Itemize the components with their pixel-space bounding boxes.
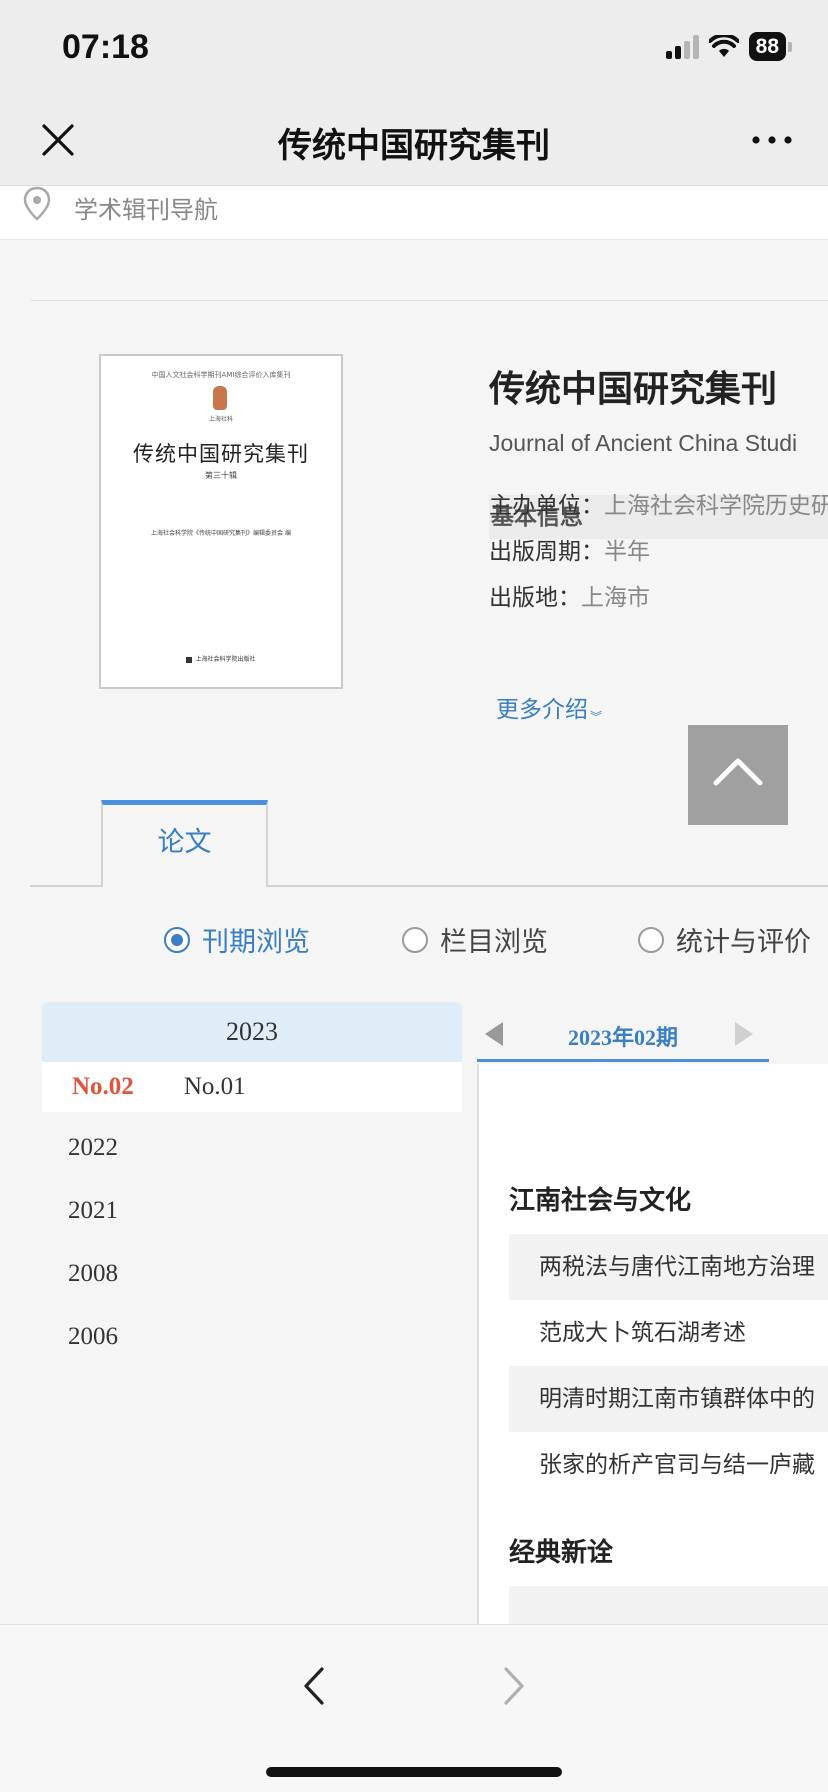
info-row: 出版地：上海市 — [489, 578, 650, 612]
publisher-logo-icon — [186, 656, 193, 663]
seal-icon — [213, 386, 227, 410]
location-pin-icon — [23, 186, 51, 221]
nav-bar: 传统中国研究集刊 — [0, 96, 828, 186]
cover-seal-caption: 上海社科 — [208, 416, 233, 423]
radio-issue-browse-label: 刊期浏览 — [202, 927, 310, 958]
cover-volume: 第三十辑 — [205, 471, 237, 480]
info-value: 上海市 — [581, 585, 650, 611]
tab-papers-label: 论文 — [157, 827, 212, 858]
issue-label: 2023年02期 — [567, 1025, 678, 1050]
home-indicator — [266, 1767, 562, 1777]
radio-column-browse-label: 栏目浏览 — [440, 927, 548, 958]
toc-section-title: 江南社会与文化 — [509, 1186, 692, 1216]
radio-dot — [638, 926, 664, 953]
radio-dot — [402, 926, 428, 953]
more-icon[interactable] — [746, 122, 798, 158]
more-intro-link[interactable]: 更多介绍 ︾ — [496, 690, 602, 724]
cover-title: 传统中国研究集刊 — [133, 442, 309, 466]
double-chevron-down-icon: ︾ — [590, 710, 603, 724]
toc-article[interactable]: 范成大卜筑石湖考述 — [509, 1300, 828, 1366]
year-item[interactable]: 2006 — [68, 1323, 118, 1351]
page-title: 传统中国研究集刊 — [278, 126, 550, 166]
radio-column-browse[interactable]: 栏目浏览 — [402, 920, 548, 959]
year-item[interactable]: 2022 — [68, 1134, 118, 1162]
info-label: 主办单位： — [489, 493, 604, 519]
info-label: 出版地： — [489, 585, 581, 611]
toc-article[interactable]: 明清时期江南市镇群体中的 — [509, 1366, 828, 1432]
year-current[interactable]: 2023 — [42, 1002, 462, 1062]
forward-arrow-icon[interactable] — [494, 1661, 534, 1711]
cellular-signal-icon — [665, 34, 699, 59]
year-panel: 2023 No.02 No.01 — [42, 1002, 462, 1112]
radio-dot-selected — [164, 926, 190, 953]
issue-row: No.02 No.01 — [42, 1062, 462, 1112]
issue-navigator: 2023年02期 — [477, 1010, 769, 1062]
tab-papers[interactable]: 论文 — [101, 800, 268, 887]
back-arrow-icon[interactable] — [294, 1661, 334, 1711]
info-value: 上海社会科学院历史研 — [604, 493, 828, 519]
journal-cover-image[interactable]: 中国人文社会科学期刊AMI综合评价入库集刊 上海社科 传统中国研究集刊 第三十辑… — [99, 354, 343, 689]
info-value: 半年 — [604, 539, 650, 565]
toc-article[interactable]: 两税法与唐代江南地方治理 — [509, 1234, 828, 1300]
toc-article[interactable]: 张家的析产官司与结一庐藏 — [509, 1432, 828, 1498]
toc-article-partial[interactable] — [509, 1586, 828, 1624]
battery-level: 88 — [748, 32, 786, 61]
status-icons: 88 — [665, 32, 792, 61]
issue-current[interactable]: No.02 — [72, 1073, 134, 1101]
bottom-toolbar — [0, 1624, 828, 1792]
battery-icon: 88 — [748, 32, 792, 61]
status-time: 07:18 — [62, 28, 149, 66]
wifi-icon — [708, 34, 739, 57]
cover-publisher-name: 上海社会科学院出版社 — [195, 656, 256, 663]
journal-nav-label: 学术辑刊导航 — [74, 196, 218, 224]
issue-other[interactable]: No.01 — [184, 1073, 246, 1101]
status-bar: 07:18 88 — [0, 0, 828, 96]
journal-nav-strip[interactable]: 学术辑刊导航 — [0, 186, 828, 240]
table-of-contents: 江南社会与文化 两税法与唐代江南地方治理 范成大卜筑石湖考述 明清时期江南市镇群… — [477, 1064, 828, 1624]
year-item[interactable]: 2008 — [68, 1260, 118, 1288]
toc-section-title: 经典新诠 — [509, 1538, 614, 1568]
cover-top-text: 中国人文社会科学期刊AMI综合评价入库集刊 — [151, 371, 291, 379]
info-label: 出版周期： — [489, 539, 604, 565]
info-row: 出版周期：半年 — [489, 532, 650, 566]
radio-stats-evaluation[interactable]: 统计与评价 — [638, 920, 811, 959]
divider — [30, 300, 828, 301]
year-item[interactable]: 2021 — [68, 1197, 118, 1225]
next-issue-icon[interactable] — [735, 1022, 753, 1046]
journal-english-title: Journal of Ancient China Studi — [489, 430, 798, 456]
journal-title: 传统中国研究集刊 — [489, 369, 778, 410]
cover-editor: 上海社会科学院《传统中国研究集刊》编辑委员会 编 — [151, 530, 291, 537]
cover-publisher: 上海社会科学院出版社 — [101, 654, 341, 663]
info-row: 主办单位：上海社会科学院历史研 — [489, 486, 828, 520]
radio-issue-browse[interactable]: 刊期浏览 — [164, 920, 310, 959]
chevron-up-icon — [713, 758, 763, 786]
radio-stats-evaluation-label: 统计与评价 — [676, 927, 811, 958]
more-intro-label: 更多介绍 — [496, 697, 588, 723]
main-content: 中国人文社会科学期刊AMI综合评价入库集刊 上海社科 传统中国研究集刊 第三十辑… — [30, 240, 828, 1624]
back-to-top-button[interactable] — [688, 725, 788, 825]
